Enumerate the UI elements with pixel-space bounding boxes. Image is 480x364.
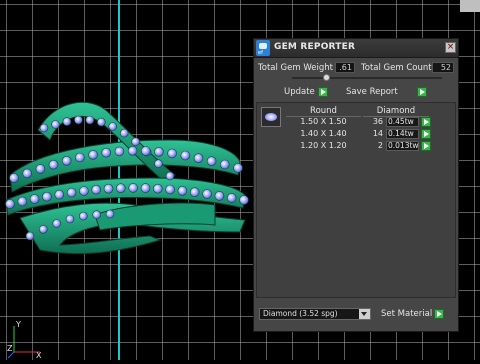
total-gem-weight-value: .61	[335, 62, 355, 73]
row-weight: 0.14tw	[386, 129, 419, 139]
material-select-value: Diamond (3.52 spg)	[263, 309, 338, 318]
gem-stone	[79, 186, 89, 196]
row-count: 36	[372, 117, 383, 126]
row-count: 14	[372, 129, 383, 138]
row-size: 1.40 X 1.40	[300, 129, 347, 138]
gem-stone	[202, 189, 212, 199]
close-icon[interactable]: ×	[445, 42, 456, 53]
gem-stone	[9, 173, 19, 183]
gem-reporter-panel: ef GEM REPORTER × Total Gem Weight .61 T…	[253, 38, 459, 332]
gem-stone	[165, 171, 175, 181]
update-label: Update	[284, 87, 315, 97]
row-size: 1.50 X 1.50	[300, 117, 347, 126]
gem-stone	[29, 194, 40, 204]
row-weight: 0.013tw	[386, 141, 419, 151]
update-button[interactable]	[318, 87, 328, 97]
gem-stone	[165, 184, 175, 195]
column-header-material: Diamond	[363, 106, 429, 117]
gem-stone	[153, 183, 163, 194]
row-go-button[interactable]	[421, 117, 431, 127]
row-weight: 0.45tw	[386, 117, 419, 127]
gem-stone	[91, 184, 101, 195]
gem-stone	[177, 186, 188, 196]
total-gem-count-value: 52	[432, 62, 454, 73]
gem-stone	[39, 123, 49, 133]
axis-gizmo: Y Z X	[6, 320, 46, 360]
gem-stone	[75, 152, 85, 163]
dropdown-arrow-icon[interactable]	[359, 309, 370, 319]
gem-stone	[128, 183, 138, 193]
total-gem-count-label: Total Gem Count	[361, 63, 432, 73]
gem-stone	[88, 150, 98, 160]
total-gem-weight-label: Total Gem Weight	[258, 63, 333, 73]
gem-stone	[193, 153, 204, 163]
row-count: 2	[377, 141, 383, 150]
panel-title: GEM REPORTER	[274, 42, 356, 52]
gem-stone	[74, 115, 83, 125]
gem-stone	[22, 168, 33, 179]
gem-stone	[25, 231, 35, 241]
gem-stone	[51, 120, 60, 129]
gem-stone	[239, 195, 249, 205]
axis-z-label: Z	[7, 344, 13, 353]
gem-stone	[85, 115, 95, 125]
gem-stone	[35, 164, 46, 174]
gem-stone	[97, 117, 106, 127]
gem-stone	[154, 159, 163, 168]
column-header-shape: Round	[286, 106, 361, 117]
set-material-label: Set Material	[381, 309, 433, 319]
axis-x-label: X	[36, 351, 42, 360]
set-material-button[interactable]	[434, 309, 444, 319]
gem-stone	[66, 187, 77, 198]
gem-stone	[17, 196, 28, 207]
gem-stone	[214, 191, 225, 201]
gem-stone	[48, 159, 59, 170]
gem-stone	[154, 147, 164, 157]
gem-stone	[167, 148, 177, 159]
gem-thumbnail[interactable]	[261, 107, 281, 127]
gem-stone	[92, 210, 101, 219]
app-icon-tag: ef	[258, 50, 263, 56]
gem-stone	[189, 187, 200, 197]
gem-stone	[103, 183, 114, 194]
gem-stone	[65, 214, 75, 224]
gem-stone	[54, 189, 65, 200]
gem-stone	[116, 183, 126, 193]
gem-stone	[105, 209, 115, 219]
gem-stone	[206, 156, 217, 166]
gem-stone	[127, 146, 138, 156]
gem-stone	[233, 163, 243, 173]
gem-stone	[180, 150, 191, 161]
gem-stone	[38, 225, 48, 234]
row-size: 1.20 X 1.20	[300, 141, 347, 150]
gem-stone	[140, 183, 151, 193]
gem-stone	[220, 159, 230, 170]
gem-stone	[131, 137, 140, 146]
gem-stone	[141, 146, 151, 156]
gem-stone	[108, 122, 117, 131]
gem-table: Round Diamond 1.50 X 1.50 36 0.45tw 1.40…	[256, 102, 456, 298]
save-report-label: Save Report	[346, 87, 398, 97]
axis-y-label: Y	[16, 320, 21, 329]
gem-stone	[101, 147, 111, 158]
gem-stone	[79, 211, 88, 221]
gem-stone	[119, 128, 129, 138]
save-report-button[interactable]	[417, 87, 427, 97]
gem-stone	[61, 156, 72, 166]
gem-stone	[62, 117, 72, 126]
ring-band-front	[19, 202, 246, 255]
slider-knob[interactable]	[323, 74, 330, 81]
row-go-button[interactable]	[421, 141, 431, 151]
material-select[interactable]: Diamond (3.52 spg)	[259, 308, 371, 320]
row-go-button[interactable]	[421, 129, 431, 139]
gem-stone	[42, 191, 52, 202]
gem-stone	[52, 219, 62, 228]
slider-track[interactable]	[292, 77, 442, 79]
gem-stone	[5, 199, 15, 209]
panel-titlebar[interactable]: ef GEM REPORTER ×	[254, 39, 458, 58]
gem-stone	[226, 193, 237, 203]
gem-stone	[114, 146, 125, 157]
gem-reporter-app-icon: ef	[256, 40, 270, 56]
